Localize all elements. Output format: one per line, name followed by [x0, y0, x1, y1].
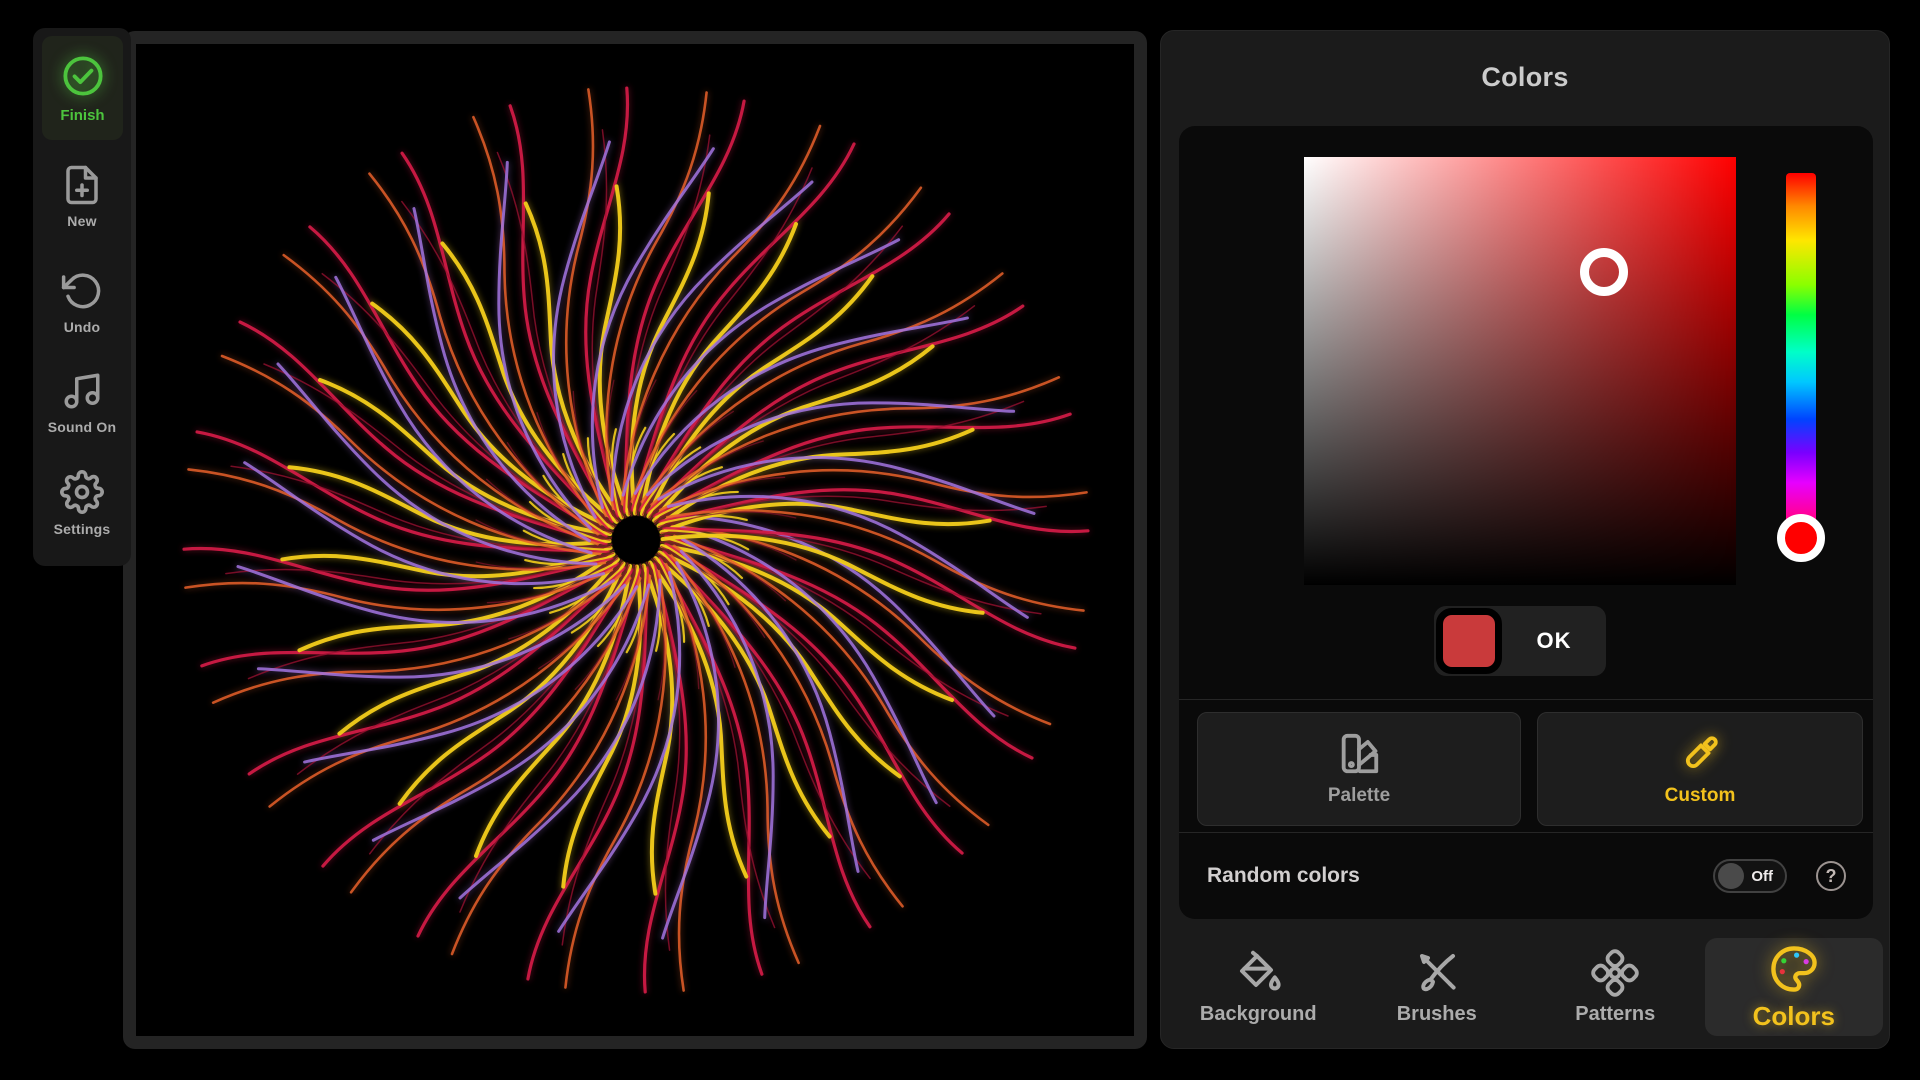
tab-patterns[interactable]: Patterns	[1526, 938, 1705, 1036]
random-colors-row: Random colors Off ?	[1179, 833, 1873, 919]
paint-bucket-icon	[1234, 949, 1282, 997]
app-window: Finish New Undo Sound On S	[0, 0, 1920, 1080]
finish-button[interactable]: Finish	[42, 36, 123, 140]
gear-icon	[60, 470, 104, 514]
check-circle-icon	[60, 53, 106, 99]
settings-label: Settings	[54, 521, 111, 537]
undo-label: Undo	[64, 319, 101, 335]
brushes-icon	[1413, 949, 1461, 997]
palette-mode-button[interactable]: Palette	[1197, 712, 1521, 826]
hue-slider-thumb[interactable]	[1777, 514, 1825, 562]
tab-bar: Background Brushes Patterns	[1169, 938, 1883, 1036]
hue-slider[interactable]	[1786, 173, 1816, 546]
settings-button[interactable]: Settings	[33, 470, 131, 537]
tab-brushes-label: Brushes	[1397, 1003, 1477, 1026]
ok-button[interactable]: OK	[1434, 606, 1606, 676]
new-button[interactable]: New	[33, 164, 131, 229]
tab-background-label: Background	[1200, 1003, 1317, 1026]
sound-label: Sound On	[48, 419, 116, 435]
swatchbook-icon	[1336, 731, 1382, 777]
drawing-canvas[interactable]	[136, 44, 1134, 1036]
new-file-icon	[61, 164, 103, 206]
palette-icon	[1768, 943, 1820, 995]
custom-mode-label: Custom	[1665, 785, 1736, 807]
selected-color-swatch	[1436, 608, 1502, 674]
help-button[interactable]: ?	[1816, 861, 1846, 891]
sound-toggle-button[interactable]: Sound On	[33, 370, 131, 435]
tab-colors[interactable]: Colors	[1705, 938, 1884, 1036]
toggle-knob	[1718, 863, 1744, 889]
tab-background[interactable]: Background	[1169, 938, 1348, 1036]
patterns-icon	[1591, 949, 1639, 997]
random-colors-toggle[interactable]: Off	[1713, 859, 1787, 893]
eyedropper-icon	[1677, 731, 1723, 777]
tab-patterns-label: Patterns	[1575, 1003, 1655, 1026]
saturation-value-thumb[interactable]	[1580, 248, 1628, 296]
color-picker-container: OK Palette Custom	[1179, 126, 1873, 919]
tab-brushes[interactable]: Brushes	[1348, 938, 1527, 1036]
finish-label: Finish	[60, 107, 104, 124]
new-label: New	[67, 213, 96, 229]
spiral-artwork	[136, 44, 1134, 1036]
canvas-frame	[123, 31, 1147, 1049]
colors-panel: Colors OK Palette	[1160, 30, 1890, 1049]
undo-icon	[61, 270, 103, 312]
music-note-icon	[61, 370, 103, 412]
ok-label: OK	[1502, 606, 1606, 676]
saturation-value-area[interactable]	[1304, 157, 1736, 585]
custom-mode-button[interactable]: Custom	[1537, 712, 1863, 826]
random-colors-label: Random colors	[1207, 833, 1360, 919]
palette-mode-label: Palette	[1328, 785, 1390, 807]
undo-button[interactable]: Undo	[33, 270, 131, 335]
tab-colors-label: Colors	[1753, 1001, 1835, 1032]
toolbar-sidebar: Finish New Undo Sound On S	[33, 28, 131, 566]
question-mark-icon: ?	[1826, 866, 1837, 887]
toggle-state-label: Off	[1751, 861, 1773, 891]
panel-title: Colors	[1161, 31, 1889, 123]
divider	[1179, 699, 1873, 700]
